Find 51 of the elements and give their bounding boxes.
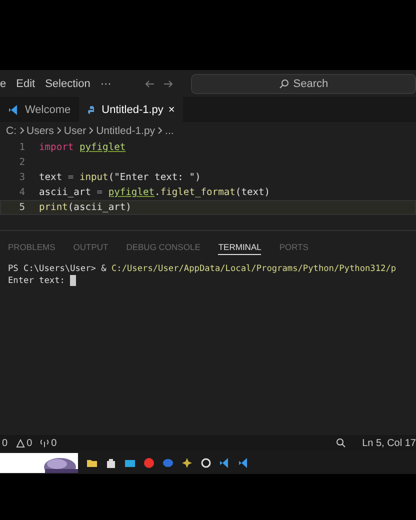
menu-item[interactable]: Selection <box>45 78 90 90</box>
python-icon <box>86 105 97 115</box>
bag-icon[interactable] <box>106 458 116 468</box>
back-arrow-icon[interactable] <box>145 78 156 88</box>
taskbar-search-field[interactable] <box>0 452 78 472</box>
vscode-icon <box>8 104 20 116</box>
line-number: 5 <box>18 202 25 213</box>
code-text: import pyfiglet <box>39 142 126 153</box>
terminal-text: Enter text: <box>8 275 66 287</box>
vscode-icon[interactable] <box>239 458 249 468</box>
breadcrumb-item[interactable]: Untitled-1.py <box>96 124 156 136</box>
line-number: 3 <box>18 172 25 183</box>
terminal-path: C:/Users/User/AppData/Local/Programs/Python/Python312/p <box>111 263 396 275</box>
error-count[interactable]: 0 <box>2 438 8 448</box>
app-icon[interactable] <box>182 458 192 468</box>
code-text: ascii_art = pyfiglet.figlet_format(text) <box>39 187 270 198</box>
browser-icon[interactable] <box>144 458 154 468</box>
code-text: print(ascii_art) <box>39 202 132 213</box>
antenna-icon <box>40 438 50 448</box>
chevron-icon <box>20 127 24 134</box>
chevron-icon <box>89 127 94 134</box>
chat-icon[interactable] <box>163 458 173 468</box>
zoom-icon[interactable] <box>336 438 346 448</box>
breadcrumb-item[interactable]: Users <box>26 124 54 136</box>
search-field[interactable]: Search <box>191 74 416 94</box>
editor-tab[interactable]: Untitled-1.py × <box>78 97 183 122</box>
record-icon[interactable] <box>201 458 211 468</box>
breadcrumb-item[interactable]: User <box>64 124 86 136</box>
line-number: 2 <box>18 157 25 168</box>
folder-icon[interactable] <box>87 458 97 468</box>
line-number: 4 <box>18 187 25 198</box>
close-icon[interactable]: × <box>168 104 175 116</box>
forward-arrow-icon[interactable] <box>163 78 174 88</box>
vscode-icon[interactable] <box>220 458 230 468</box>
panel-tab[interactable]: TERMINAL <box>218 240 262 254</box>
code-text: text = input("Enter text: ") <box>39 172 201 183</box>
menu-item[interactable]: ··· <box>100 78 112 90</box>
warning-icon <box>16 438 25 448</box>
terminal-text: PS C:\Users\User> & <box>8 263 108 275</box>
menu-item[interactable]: Edit <box>16 78 36 90</box>
mail-icon[interactable] <box>125 458 135 468</box>
breadcrumb-item[interactable]: ... <box>165 124 174 136</box>
chevron-icon <box>158 127 162 134</box>
chevron-icon <box>56 127 61 134</box>
warning-count[interactable]: 0 <box>26 438 32 448</box>
search-icon <box>279 78 290 88</box>
line-number: 1 <box>18 142 25 153</box>
cursor-position[interactable]: Ln 5, Col 17 <box>362 438 416 448</box>
menu-item[interactable]: e <box>0 78 6 90</box>
ports-count[interactable]: 0 <box>51 438 57 448</box>
breadcrumb-item[interactable]: C: <box>6 124 16 136</box>
